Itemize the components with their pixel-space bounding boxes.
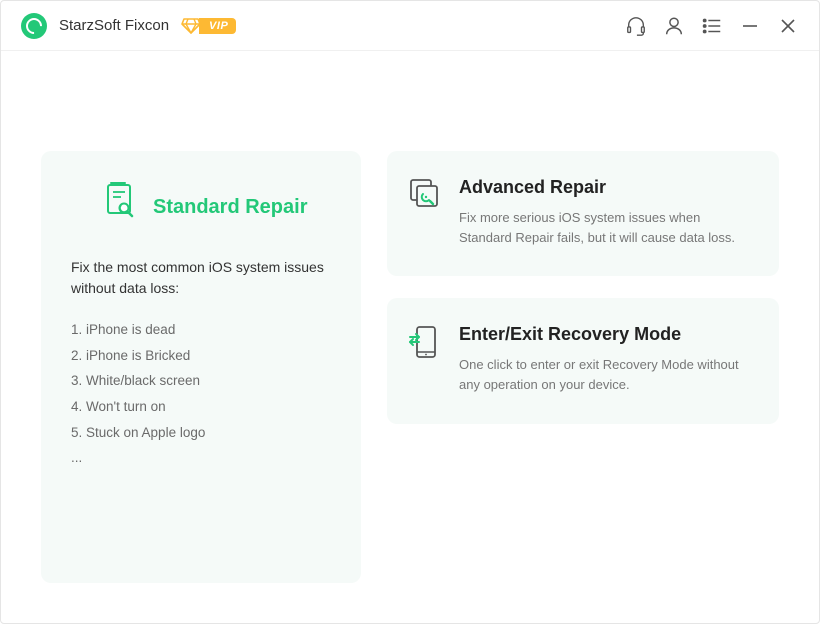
standard-repair-desc: Fix the most common iOS system issues wi… <box>71 257 331 299</box>
main-content: Standard Repair Fix the most common iOS … <box>1 51 819 623</box>
advanced-repair-icon <box>405 175 445 215</box>
support-icon[interactable] <box>625 15 647 37</box>
titlebar-controls <box>625 15 799 37</box>
standard-repair-header: Standard Repair <box>71 181 331 233</box>
app-window: StarzSoft Fixcon VIP <box>0 0 820 624</box>
recovery-mode-title: Enter/Exit Recovery Mode <box>459 324 753 345</box>
app-title: StarzSoft Fixcon <box>59 17 169 34</box>
recovery-mode-desc: One click to enter or exit Recovery Mode… <box>459 355 753 395</box>
issue-list: 1. iPhone is dead 2. iPhone is Bricked 3… <box>71 317 331 471</box>
app-logo-icon <box>21 13 47 39</box>
standard-repair-card[interactable]: Standard Repair Fix the most common iOS … <box>41 151 361 583</box>
advanced-repair-title: Advanced Repair <box>459 177 753 198</box>
list-item: 3. White/black screen <box>71 368 331 394</box>
menu-icon[interactable] <box>701 15 723 37</box>
account-icon[interactable] <box>663 15 685 37</box>
vip-diamond-icon <box>181 17 201 35</box>
close-button[interactable] <box>777 15 799 37</box>
list-item: 4. Won't turn on <box>71 394 331 420</box>
advanced-repair-text: Advanced Repair Fix more serious iOS sys… <box>459 175 753 248</box>
vip-label: VIP <box>199 18 236 34</box>
titlebar: StarzSoft Fixcon VIP <box>1 1 819 51</box>
list-item: ... <box>71 445 331 471</box>
list-item: 5. Stuck on Apple logo <box>71 420 331 446</box>
minimize-button[interactable] <box>739 15 761 37</box>
recovery-mode-text: Enter/Exit Recovery Mode One click to en… <box>459 322 753 395</box>
recovery-mode-icon <box>405 322 445 362</box>
standard-repair-icon <box>101 181 141 221</box>
recovery-mode-card[interactable]: Enter/Exit Recovery Mode One click to en… <box>387 298 779 423</box>
vip-badge[interactable]: VIP <box>181 17 236 35</box>
right-column: Advanced Repair Fix more serious iOS sys… <box>387 151 779 583</box>
advanced-repair-desc: Fix more serious iOS system issues when … <box>459 208 753 248</box>
list-item: 1. iPhone is dead <box>71 317 331 343</box>
list-item: 2. iPhone is Bricked <box>71 343 331 369</box>
advanced-repair-card[interactable]: Advanced Repair Fix more serious iOS sys… <box>387 151 779 276</box>
standard-repair-title: Standard Repair <box>153 196 307 219</box>
